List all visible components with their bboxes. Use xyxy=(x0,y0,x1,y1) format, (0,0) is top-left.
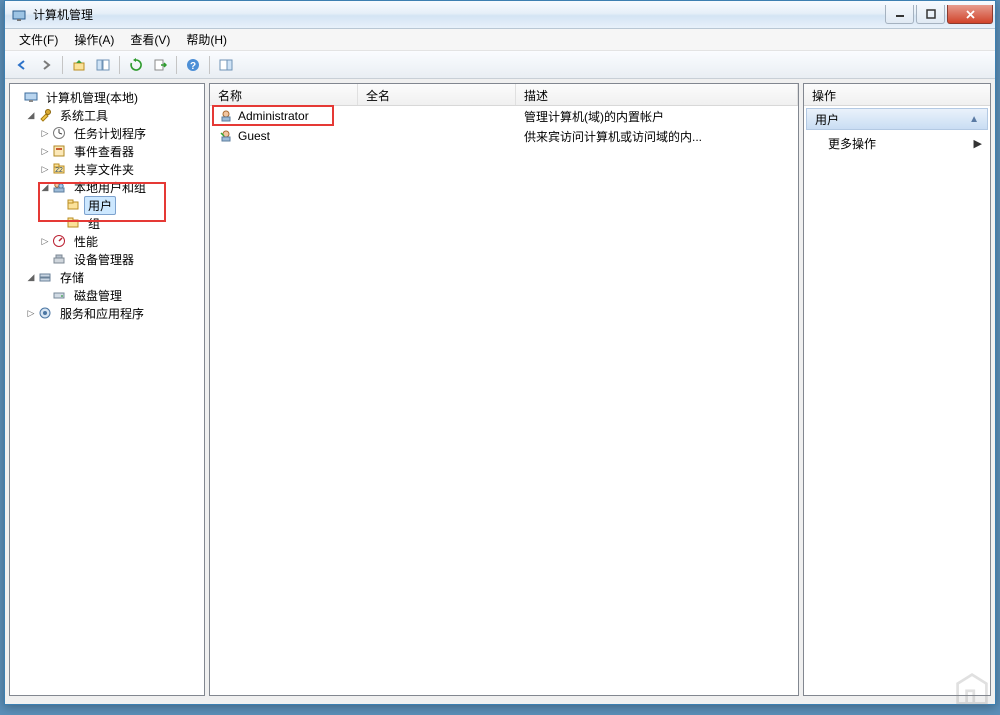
action-pane-button[interactable] xyxy=(215,54,237,76)
cell-name: Guest xyxy=(238,129,270,143)
user-icon xyxy=(218,108,234,124)
col-fullname[interactable]: 全名 xyxy=(358,84,516,105)
export-button[interactable] xyxy=(149,54,171,76)
cell-description: 管理计算机(域)的内置帐户 xyxy=(524,108,664,125)
col-name[interactable]: 名称 xyxy=(210,84,358,105)
disk-icon xyxy=(51,287,67,303)
users-groups-icon xyxy=(51,179,67,195)
computer-management-window: 计算机管理 文件(F) 操作(A) 查看(V) 帮助(H) ? xyxy=(4,0,996,705)
storage-icon xyxy=(37,269,53,285)
close-button[interactable] xyxy=(947,5,993,24)
actions-section-label: 用户 xyxy=(815,111,839,128)
console-tree: ▶ 计算机管理(本地) ◢ 系统工具 ▷ 任务计划程序 ▷ xyxy=(10,84,204,326)
actions-header: 操作 xyxy=(804,84,990,106)
menu-help[interactable]: 帮助(H) xyxy=(178,29,235,50)
tree-pane[interactable]: ▶ 计算机管理(本地) ◢ 系统工具 ▷ 任务计划程序 ▷ xyxy=(9,83,205,696)
menu-action[interactable]: 操作(A) xyxy=(66,29,122,50)
list-header: 名称 全名 描述 xyxy=(210,84,798,106)
maximize-button[interactable] xyxy=(916,5,945,24)
computer-icon xyxy=(23,89,39,105)
svg-text:?: ? xyxy=(190,61,196,72)
tree-task-scheduler[interactable]: ▷ 任务计划程序 xyxy=(12,124,202,142)
actions-pane: 操作 用户 ▲ 更多操作 ▶ xyxy=(803,83,991,696)
col-description[interactable]: 描述 xyxy=(516,84,798,105)
tree-shared-folders[interactable]: ▷ 22 共享文件夹 xyxy=(12,160,202,178)
collapse-icon: ▲ xyxy=(969,114,979,125)
device-icon xyxy=(51,251,67,267)
up-level-button[interactable] xyxy=(68,54,90,76)
tree-system-tools[interactable]: ◢ 系统工具 xyxy=(12,106,202,124)
content-area: ▶ 计算机管理(本地) ◢ 系统工具 ▷ 任务计划程序 ▷ xyxy=(5,79,995,700)
toolbar-separator xyxy=(176,56,177,74)
menubar: 文件(F) 操作(A) 查看(V) 帮助(H) xyxy=(5,29,995,51)
tree-performance[interactable]: ▷ 性能 xyxy=(12,232,202,250)
svg-text:22: 22 xyxy=(55,167,63,174)
minimize-button[interactable] xyxy=(885,5,914,24)
toolbar: ? xyxy=(5,51,995,79)
console-tree-button[interactable] xyxy=(92,54,114,76)
list-row-administrator[interactable]: Administrator 管理计算机(域)的内置帐户 xyxy=(210,106,798,126)
window-controls xyxy=(885,5,995,24)
tree-groups[interactable]: ▷ 组 xyxy=(12,214,202,232)
actions-more-label: 更多操作 xyxy=(828,135,876,152)
tree-storage[interactable]: ◢ 存储 xyxy=(12,268,202,286)
folder-icon xyxy=(65,215,81,231)
forward-button[interactable] xyxy=(35,54,57,76)
window-title: 计算机管理 xyxy=(33,6,93,23)
folder-icon xyxy=(65,197,81,213)
cell-name: Administrator xyxy=(238,109,309,123)
tree-services-apps[interactable]: ▷ 服务和应用程序 xyxy=(12,304,202,322)
chevron-right-icon: ▶ xyxy=(974,137,982,150)
tree-event-viewer[interactable]: ▷ 事件查看器 xyxy=(12,142,202,160)
tree-root[interactable]: ▶ 计算机管理(本地) xyxy=(12,88,202,106)
list-body: Administrator 管理计算机(域)的内置帐户 Guest 供来宾访问计… xyxy=(210,106,798,146)
cell-description: 供来宾访问计算机或访问域的内... xyxy=(524,128,702,145)
actions-more[interactable]: 更多操作 ▶ xyxy=(804,132,990,154)
services-icon xyxy=(37,305,53,321)
toolbar-separator xyxy=(119,56,120,74)
menu-view[interactable]: 查看(V) xyxy=(122,29,178,50)
toolbar-separator xyxy=(62,56,63,74)
menu-file[interactable]: 文件(F) xyxy=(11,29,66,50)
shared-folder-icon: 22 xyxy=(51,161,67,177)
event-icon xyxy=(51,143,67,159)
list-pane[interactable]: 名称 全名 描述 Administrator 管理计算机(域)的内置帐户 Gu xyxy=(209,83,799,696)
tree-users[interactable]: ▷ 用户 xyxy=(12,196,202,214)
tree-disk-management[interactable]: ▷ 磁盘管理 xyxy=(12,286,202,304)
toolbar-separator xyxy=(209,56,210,74)
performance-icon xyxy=(51,233,67,249)
actions-section-users[interactable]: 用户 ▲ xyxy=(806,108,988,130)
app-icon xyxy=(11,7,27,23)
user-icon xyxy=(218,128,234,144)
refresh-button[interactable] xyxy=(125,54,147,76)
tree-local-users-groups[interactable]: ◢ 本地用户和组 xyxy=(12,178,202,196)
tree-device-manager[interactable]: ▷ 设备管理器 xyxy=(12,250,202,268)
clock-icon xyxy=(51,125,67,141)
tools-icon xyxy=(37,107,53,123)
help-button[interactable]: ? xyxy=(182,54,204,76)
titlebar[interactable]: 计算机管理 xyxy=(5,1,995,29)
list-row-guest[interactable]: Guest 供来宾访问计算机或访问域的内... xyxy=(210,126,798,146)
back-button[interactable] xyxy=(11,54,33,76)
